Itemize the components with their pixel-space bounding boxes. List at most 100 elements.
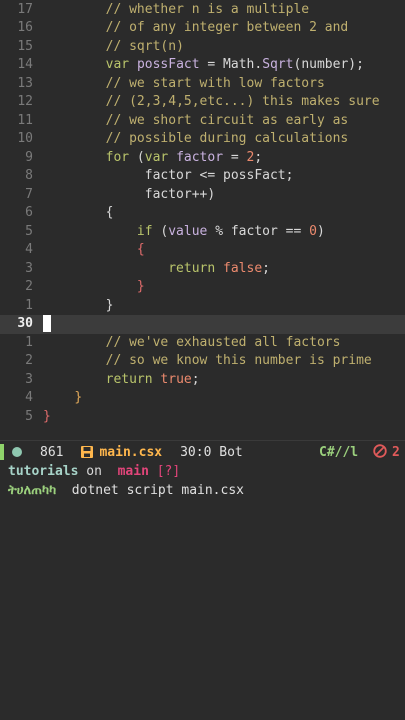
code-text: // sqrt(n) <box>43 38 184 57</box>
code-text <box>43 315 51 334</box>
error-icon <box>373 444 387 458</box>
code-text: { <box>43 241 145 260</box>
code-token: 0 <box>309 223 317 239</box>
code-text: if (value % factor == 0) <box>43 223 325 242</box>
code-token: // we've exhausted all factors <box>105 334 341 350</box>
code-line[interactable]: 2 } <box>0 278 405 297</box>
cursor-position: 30:0 Bot <box>180 444 243 460</box>
code-line[interactable]: 5 if (value % factor == 0) <box>0 223 405 242</box>
code-text: factor++) <box>43 186 215 205</box>
code-token: } <box>74 390 83 405</box>
line-number: 11 <box>17 112 33 128</box>
code-line[interactable]: 6 { <box>0 204 405 223</box>
code-line[interactable]: 3 return false; <box>0 260 405 279</box>
code-token: ( <box>129 149 145 165</box>
current-line[interactable]: 30 <box>0 315 405 334</box>
code-line[interactable]: 17 // whether n is a multiple <box>0 1 405 20</box>
line-number: 30 <box>17 316 33 331</box>
code-token: // so we know this number is prime <box>105 353 372 368</box>
code-token: false <box>223 260 263 276</box>
code-token: { <box>105 205 114 220</box>
code-line[interactable]: 15 // sqrt(n) <box>0 38 405 57</box>
code-token: } <box>136 279 145 294</box>
code-line[interactable]: 4 } <box>0 389 405 408</box>
code-line[interactable]: 12 // (2,3,4,5,etc...) this makes sure <box>0 93 405 112</box>
code-token: // sqrt(n) <box>105 38 184 54</box>
code-token: possFact <box>136 57 200 72</box>
code-line[interactable]: 14 var possFact = Math.Sqrt(number); <box>0 56 405 75</box>
code-token: // we short circuit as early as <box>105 112 349 128</box>
code-token: // (2,3,4,5,etc...) this makes sure <box>105 94 380 109</box>
line-number: 7 <box>25 186 33 202</box>
terminal-command[interactable]: dotnet script main.csx <box>72 483 244 498</box>
floppy-disk-icon <box>81 446 94 458</box>
code-token: } <box>105 297 114 313</box>
mode-indicator <box>0 444 4 460</box>
terminal[interactable]: tutorials on main [?] ትሀለጠካካ dotnet scri… <box>0 462 405 500</box>
code-line[interactable]: 1 } <box>0 297 405 316</box>
file-name: main.csx <box>99 444 163 460</box>
code-line[interactable]: 3 return true; <box>0 371 405 390</box>
line-number: 2 <box>25 279 33 294</box>
code-line[interactable]: 13 // we start with low factors <box>0 75 405 94</box>
code-token: % factor == <box>207 223 310 239</box>
line-number: 5 <box>25 223 33 239</box>
code-line[interactable]: 10 // possible during calculations <box>0 130 405 149</box>
line-number: 1 <box>25 334 33 350</box>
code-text: } <box>43 389 82 408</box>
code-line[interactable]: 1 // we've exhausted all factors <box>0 334 405 353</box>
status-line: 861 main.csx 30:0 Bot C#//l 2 <box>0 440 405 463</box>
code-token: ) <box>316 223 325 239</box>
code-line[interactable]: 4 { <box>0 241 405 260</box>
code-token: // possible during calculations <box>105 131 349 146</box>
terminal-prompt-line: tutorials on main [?] <box>0 462 405 481</box>
code-token: Sqrt <box>262 57 294 72</box>
line-number: 12 <box>17 94 33 109</box>
code-token: var <box>105 57 130 72</box>
line-number: 6 <box>25 205 33 220</box>
code-line[interactable]: 2 // so we know this number is prime <box>0 352 405 371</box>
code-line[interactable]: 16 // of any integer between 2 and <box>0 19 405 38</box>
code-token: ; <box>262 260 270 276</box>
code-token: ; <box>191 371 200 387</box>
code-token: if <box>136 223 153 239</box>
line-number: 13 <box>17 75 33 91</box>
code-token: // of any integer between 2 and <box>105 20 349 35</box>
shell-prompt: ትሀለጠካካ <box>8 483 57 498</box>
line-number: 5 <box>25 408 33 424</box>
code-line[interactable]: 8 factor <= possFact; <box>0 167 405 186</box>
line-number: 3 <box>25 260 33 276</box>
code-token: ( <box>152 223 169 239</box>
current-directory: tutorials <box>8 464 79 479</box>
code-token: (number); <box>293 57 364 72</box>
code-token: var <box>144 149 169 165</box>
terminal-command-line[interactable]: ትሀለጠካካ dotnet script main.csx <box>0 481 405 500</box>
code-line[interactable]: 5} <box>0 408 405 427</box>
code-line[interactable]: 7 factor++) <box>0 186 405 205</box>
code-line[interactable]: 9 for (var factor = 2; <box>0 149 405 168</box>
code-line[interactable]: 11 // we short circuit as early as <box>0 112 405 131</box>
code-token: for <box>105 149 130 165</box>
line-number: 4 <box>25 390 33 405</box>
code-token: factor++) <box>144 186 216 202</box>
code-text: // whether n is a multiple <box>43 1 310 20</box>
status-dot-icon <box>12 447 22 457</box>
code-text: // we start with low factors <box>43 75 325 94</box>
